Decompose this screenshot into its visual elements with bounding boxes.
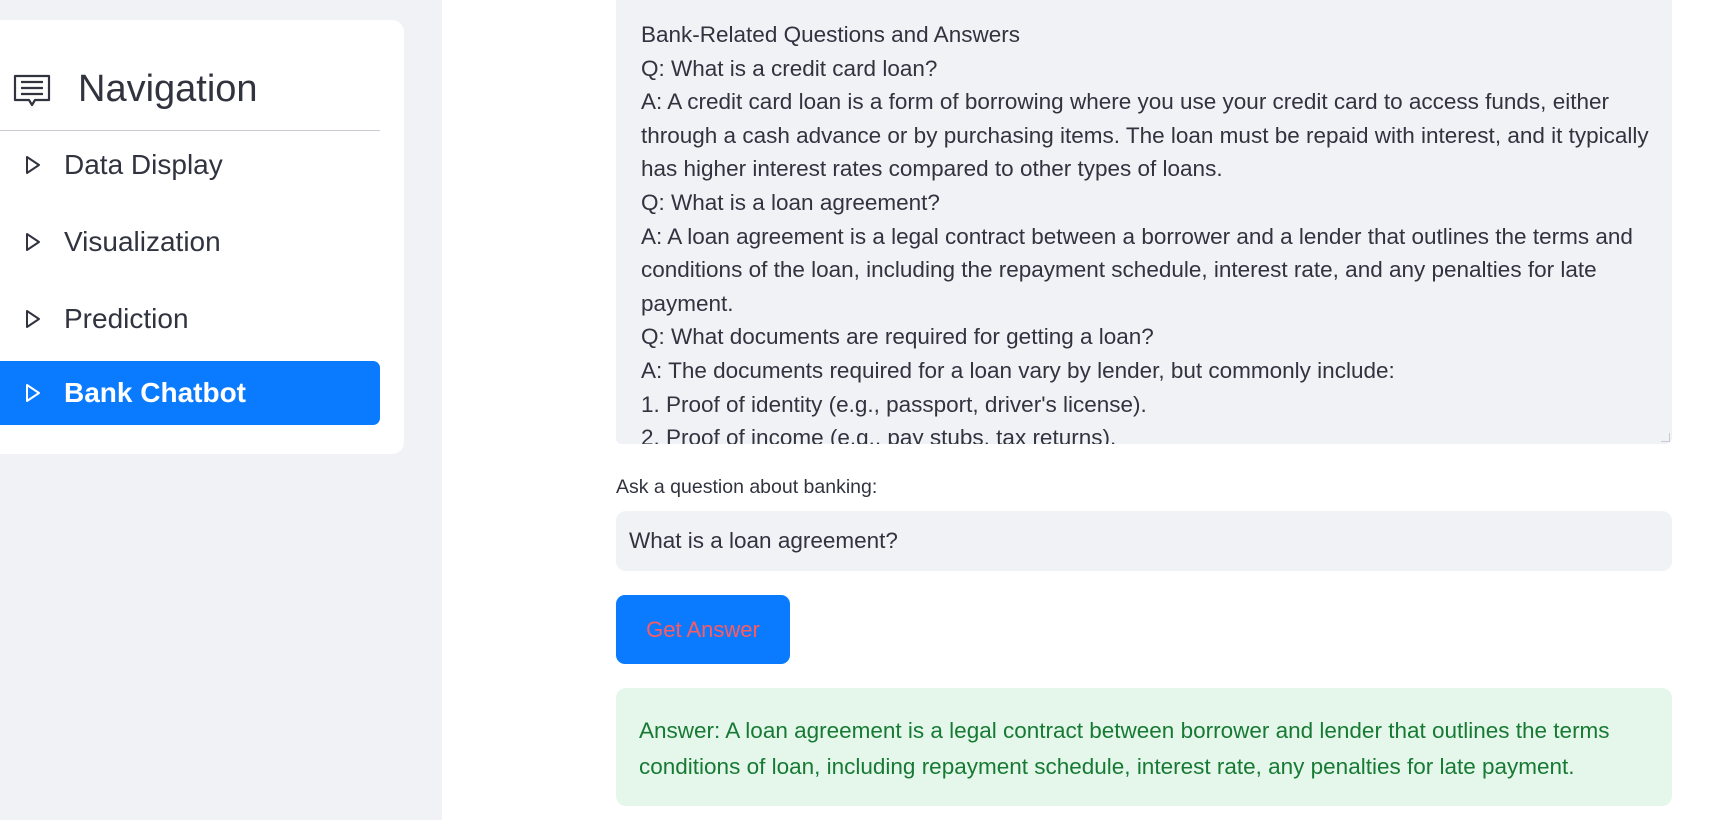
- sidebar: Navigation Data Display Visualization Pr…: [0, 0, 442, 820]
- navigation-header: Navigation: [0, 50, 380, 131]
- sidebar-item-visualization[interactable]: Visualization: [0, 210, 380, 274]
- navigation-title: Navigation: [78, 68, 258, 110]
- question-label: Ask a question about banking:: [616, 476, 878, 498]
- navigation-card: Navigation Data Display Visualization Pr…: [0, 20, 404, 454]
- triangle-right-icon: [26, 233, 40, 251]
- qa-textarea[interactable]: Bank-Related Questions and Answers Q: Wh…: [616, 0, 1672, 444]
- sidebar-item-label: Prediction: [64, 303, 189, 334]
- sidebar-item-label: Data Display: [64, 149, 223, 180]
- qa-text: Bank-Related Questions and Answers Q: Wh…: [641, 22, 1649, 444]
- question-input[interactable]: [616, 511, 1672, 571]
- sidebar-item-prediction[interactable]: Prediction: [0, 287, 380, 351]
- resize-handle[interactable]: [1661, 433, 1670, 442]
- sidebar-item-label: Bank Chatbot: [64, 377, 246, 408]
- sidebar-item-label: Visualization: [64, 226, 221, 257]
- triangle-right-icon: [26, 310, 40, 328]
- get-answer-button[interactable]: Get Answer: [616, 595, 790, 664]
- triangle-right-icon: [26, 156, 40, 174]
- menu-list-icon: [13, 74, 51, 107]
- triangle-right-icon: [26, 384, 40, 402]
- answer-box: Answer: A loan agreement is a legal cont…: [616, 688, 1672, 806]
- sidebar-item-bank-chatbot[interactable]: Bank Chatbot: [0, 361, 380, 425]
- sidebar-item-data-display[interactable]: Data Display: [0, 133, 380, 197]
